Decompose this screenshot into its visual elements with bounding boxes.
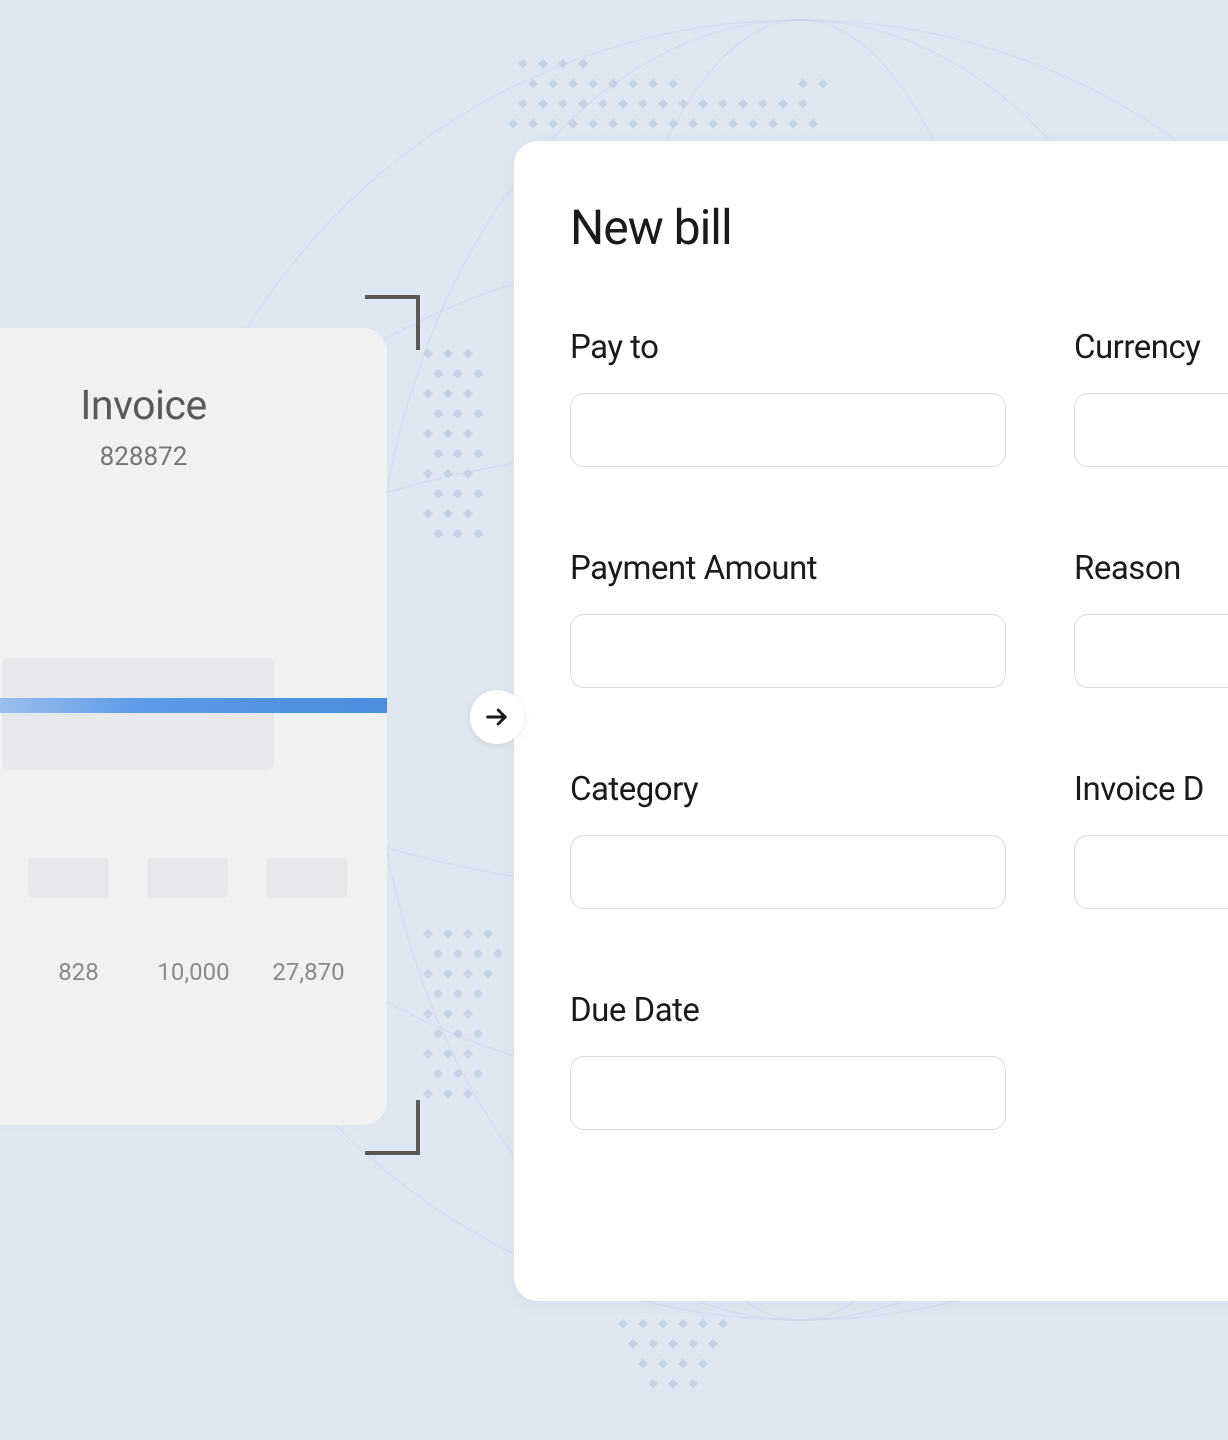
payment-amount-label: Payment Amount <box>570 549 1006 588</box>
form-title: New bill <box>570 199 1228 256</box>
due-date-label: Due Date <box>570 991 1006 1030</box>
reason-field-group: Reason <box>1074 549 1228 688</box>
reason-label: Reason <box>1074 549 1228 588</box>
invoice-value: 10,000 <box>155 958 232 986</box>
invoice-line-item-placeholder <box>147 858 228 898</box>
invoice-value: 27,870 <box>270 958 347 986</box>
invoice-date-input[interactable] <box>1074 835 1228 909</box>
currency-field-group: Currency <box>1074 328 1228 467</box>
invoice-date-field-group: Invoice D <box>1074 770 1228 909</box>
scan-frame-corner-top <box>365 295 420 350</box>
invoice-card: Invoice 828872 828 10,000 27,870 <box>0 328 387 1125</box>
pay-to-field-group: Pay to <box>570 328 1006 467</box>
invoice-date-label: Invoice D <box>1074 770 1228 809</box>
payment-amount-input[interactable] <box>570 614 1006 688</box>
category-label: Category <box>570 770 1006 809</box>
invoice-value: 828 <box>40 958 117 986</box>
due-date-field-group: Due Date <box>570 991 1006 1130</box>
invoice-line-items <box>28 858 347 898</box>
currency-label: Currency <box>1074 328 1228 367</box>
payment-amount-field-group: Payment Amount <box>570 549 1006 688</box>
pay-to-label: Pay to <box>570 328 1006 367</box>
invoice-line-item-placeholder <box>266 858 347 898</box>
category-input[interactable] <box>570 835 1006 909</box>
scan-frame-corner-bottom <box>365 1100 420 1155</box>
arrow-right-icon <box>470 690 524 744</box>
due-date-input[interactable] <box>570 1056 1006 1130</box>
invoice-title: Invoice <box>0 382 347 430</box>
category-field-group: Category <box>570 770 1006 909</box>
invoice-line-item-placeholder <box>28 858 109 898</box>
currency-input[interactable] <box>1074 393 1228 467</box>
new-bill-form: New bill Pay to Currency Payment Amount … <box>514 141 1228 1301</box>
pay-to-input[interactable] <box>570 393 1006 467</box>
invoice-number: 828872 <box>0 442 347 472</box>
invoice-content-placeholder <box>2 658 274 770</box>
invoice-scan-line <box>0 698 387 713</box>
invoice-values-row: 828 10,000 27,870 <box>40 958 347 986</box>
reason-input[interactable] <box>1074 614 1228 688</box>
